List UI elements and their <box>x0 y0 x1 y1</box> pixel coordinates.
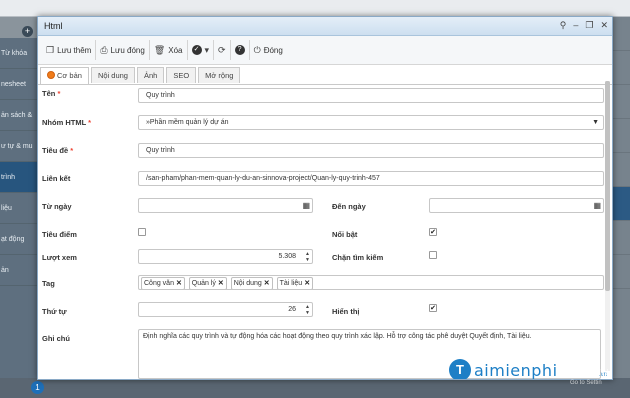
block-search-label: Chặn tìm kiếm <box>332 253 384 262</box>
spinner-icon[interactable]: ▲ ▼ <box>304 304 311 316</box>
trash-icon: 🗑 <box>153 44 166 55</box>
focus-label: Tiêu điểm <box>42 230 77 239</box>
featured-checkbox[interactable]: ✔ <box>429 228 437 236</box>
focus-checkbox[interactable] <box>138 228 146 236</box>
dropdown-arrow-icon: ▼ <box>592 119 599 126</box>
pagination-current[interactable]: 1 <box>31 381 44 394</box>
active-tab-icon <box>47 71 55 79</box>
tab-noi-dung[interactable]: Nội dung <box>90 67 135 83</box>
from-date-label: Từ ngày <box>42 202 72 211</box>
calendar-icon[interactable]: ▦ <box>593 201 601 210</box>
visible-checkbox[interactable]: ✔ <box>429 304 437 312</box>
tag-chip[interactable]: Quản lý ✕ <box>188 277 227 289</box>
remove-tag-icon[interactable]: ✕ <box>176 280 182 287</box>
note-label: Ghi chú <box>42 334 70 343</box>
save-add-label: Lưu thêm <box>57 45 92 55</box>
calendar-icon[interactable]: ▦ <box>302 201 310 210</box>
pin-icon[interactable]: ⚲ <box>560 20 567 31</box>
spinner-icon[interactable]: ▲ ▼ <box>304 251 311 263</box>
refresh-icon: ⟳ <box>218 44 226 55</box>
minimize-icon[interactable]: – <box>573 20 578 31</box>
link-field[interactable]: /san-pham/phan-mem-quan-ly-du-an-sinnova… <box>138 171 604 186</box>
activate-windows-text: Activate W <box>570 368 609 377</box>
sidebar-item-active[interactable]: trình <box>0 162 37 193</box>
add-icon[interactable]: + <box>22 26 33 37</box>
close-icon[interactable]: ✕ <box>600 20 608 31</box>
name-label: Tên * <box>42 89 61 98</box>
logo-icon: T <box>449 359 471 379</box>
save-add-button[interactable]: ❐ Lưu thêm <box>42 40 97 60</box>
background-footer <box>0 378 630 398</box>
brand-name: aimienphi <box>474 360 558 380</box>
to-date-label: Đến ngày <box>332 202 366 211</box>
tag-input[interactable]: Công văn ✕ Quản lý ✕ Nội dung ✕ Tài liệu ✕ <box>138 275 604 290</box>
visible-label: Hiển thị <box>332 307 360 316</box>
dialog-title: Html <box>44 21 63 31</box>
remove-tag-icon[interactable]: ✕ <box>264 280 270 287</box>
title-field[interactable]: Quy trình <box>138 143 604 158</box>
remove-tag-icon[interactable]: ✕ <box>304 280 310 287</box>
tab-mo-rong[interactable]: Mở rộng <box>198 67 241 83</box>
scrollbar-thumb[interactable] <box>605 81 610 291</box>
close-button[interactable]: ⏻ Đóng <box>250 40 287 60</box>
dialog-toolbar: ❐ Lưu thêm ⎙ Lưu đóng 🗑 Xóa ✓ ▾ ⟳ ? ⏻ Đó… <box>38 36 612 65</box>
html-dialog: Html ⚲ – ❐ ✕ ❐ Lưu thêm ⎙ Lưu đóng 🗑 Xóa… <box>37 16 613 380</box>
help-button[interactable]: ? <box>231 40 250 60</box>
name-field[interactable]: Quy trình <box>138 88 604 103</box>
close-label: Đóng <box>263 45 283 55</box>
background-topbar <box>0 0 630 17</box>
group-label: Nhóm HTML * <box>42 118 92 127</box>
order-label: Thứ tự <box>42 307 67 316</box>
tag-chip[interactable]: Công văn ✕ <box>141 277 185 289</box>
power-icon: ⏻ <box>253 44 261 55</box>
tab-anh[interactable]: Ảnh <box>136 67 165 83</box>
featured-label: Nổi bật <box>332 230 358 239</box>
save-close-button[interactable]: ⎙ Lưu đóng <box>96 40 150 60</box>
caret-down-icon: ▾ <box>204 44 210 55</box>
save-close-label: Lưu đóng <box>110 45 145 55</box>
activate-windows-subtext: Go to Settin <box>570 380 602 386</box>
tag-chip[interactable]: Nội dung ✕ <box>230 277 273 289</box>
restore-icon[interactable]: ❐ <box>585 20 593 31</box>
from-date-field[interactable]: ▦ <box>138 198 313 213</box>
sidebar-item[interactable]: ạt động <box>0 224 37 255</box>
refresh-button[interactable]: ⟳ <box>214 40 231 60</box>
to-date-field[interactable]: ▦ <box>429 198 604 213</box>
group-select[interactable]: »Phần mềm quản lý dự án ▼ <box>138 115 604 130</box>
remove-tag-icon[interactable]: ✕ <box>218 280 224 287</box>
tag-chip[interactable]: Tài liệu ✕ <box>276 277 314 289</box>
tab-co-ban[interactable]: Cơ bản <box>40 67 89 84</box>
sidebar-item[interactable]: ư tự & mu <box>0 131 37 162</box>
views-label: Lượt xem <box>42 253 77 262</box>
sidebar-header: Từ khóa <box>0 38 37 69</box>
group-select-value: »Phần mềm quản lý dự án <box>146 119 229 126</box>
delete-button[interactable]: 🗑 Xóa <box>150 40 188 60</box>
copy-icon: ❐ <box>46 44 55 55</box>
dialog-tabs: Cơ bản Nội dung Ảnh SEO Mở rộng <box>38 67 612 85</box>
sidebar-item[interactable]: liệu <box>0 193 37 224</box>
help-icon: ? <box>234 45 245 55</box>
link-label: Liên kết <box>42 174 71 183</box>
sidebar-item[interactable]: ản <box>0 255 37 286</box>
block-search-checkbox[interactable] <box>429 251 437 259</box>
print-icon: ⎙ <box>100 44 108 55</box>
background-sidebar: Từ khóa nesheet ản sách & ư tự & mu trìn… <box>0 38 37 398</box>
views-field[interactable]: 5.308 ▲ ▼ <box>138 249 313 264</box>
dialog-scrollbar[interactable] <box>605 81 610 371</box>
approve-dropdown-button[interactable]: ✓ ▾ <box>188 40 215 60</box>
tag-label: Tag <box>42 279 55 288</box>
tab-seo[interactable]: SEO <box>166 67 197 83</box>
delete-label: Xóa <box>168 45 183 55</box>
sidebar-item[interactable]: ản sách & <box>0 100 37 131</box>
order-field[interactable]: 26 ▲ ▼ <box>138 302 313 317</box>
title-label: Tiêu đề * <box>42 146 74 155</box>
sidebar-item[interactable]: nesheet <box>0 69 37 100</box>
check-circle-icon: ✓ <box>191 45 202 55</box>
dialog-titlebar: Html ⚲ – ❐ ✕ <box>38 17 612 36</box>
background-right-column <box>612 17 630 398</box>
